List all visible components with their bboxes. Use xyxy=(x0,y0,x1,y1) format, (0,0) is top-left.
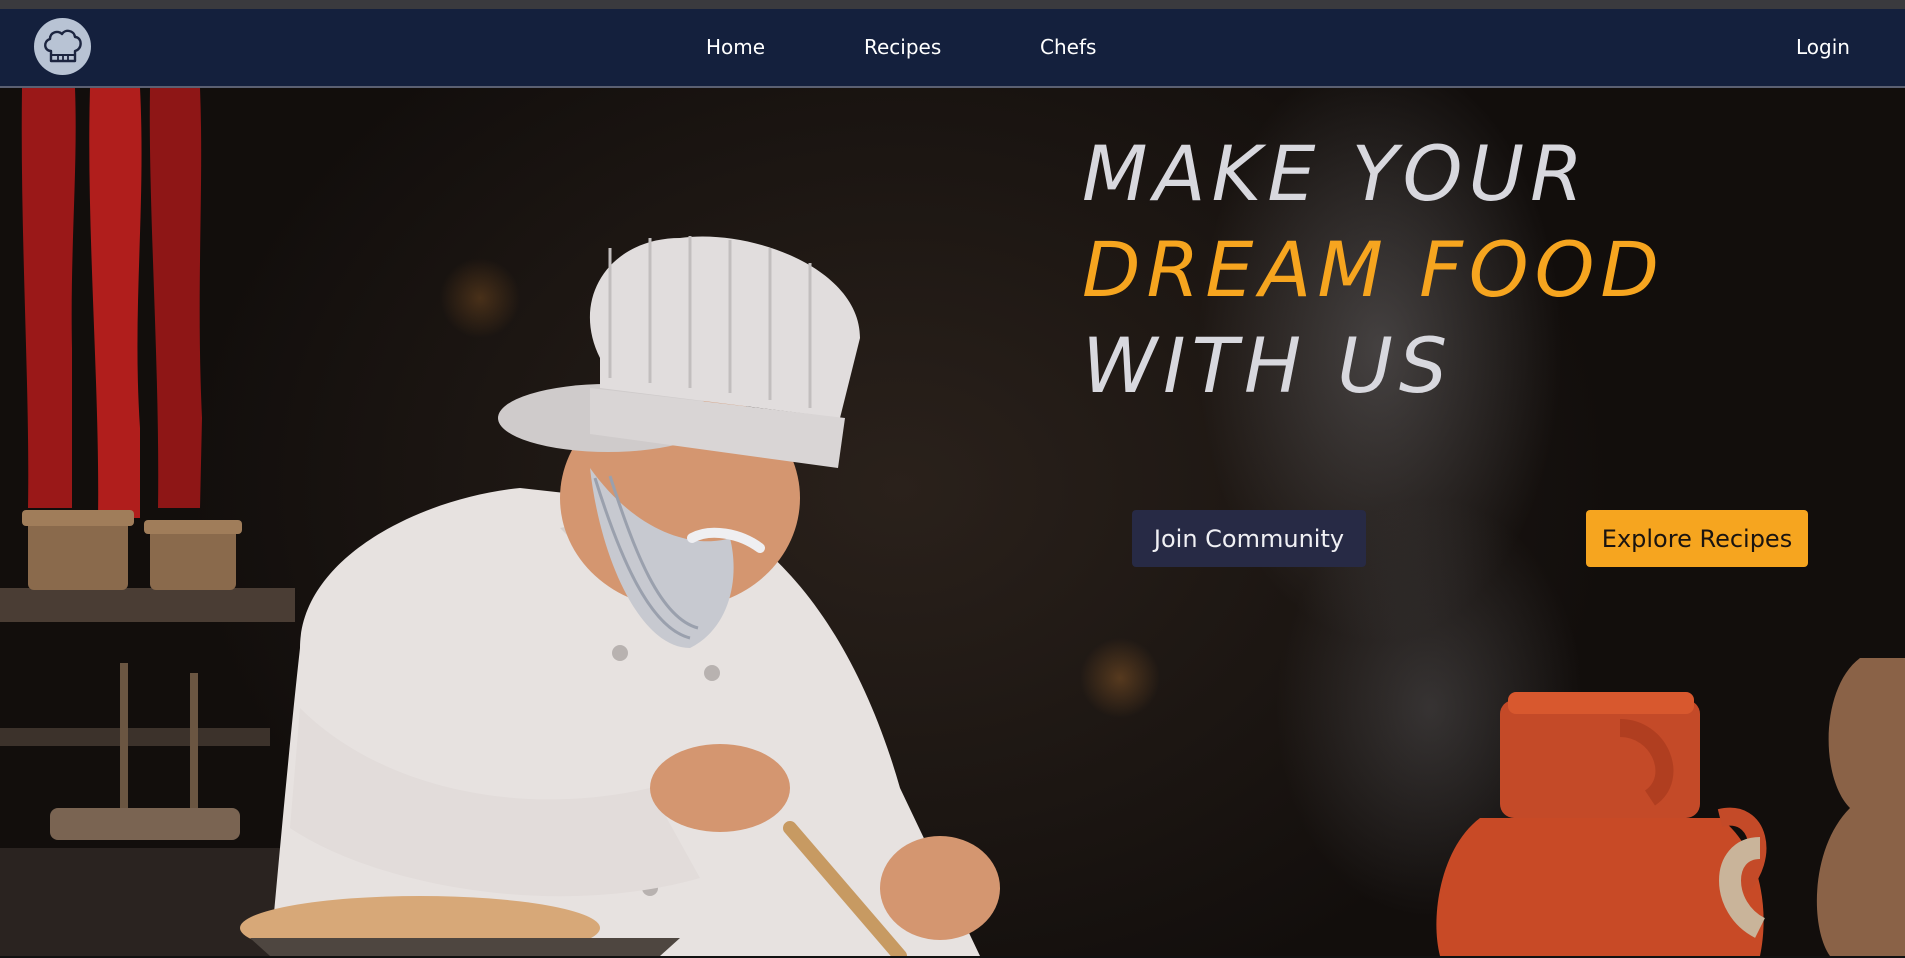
navbar: Home Recipes Chefs Login xyxy=(0,9,1905,88)
nav-chefs-link[interactable]: Chefs xyxy=(1040,35,1096,59)
hero-headline: MAKE YOUR DREAM FOOD WITH US xyxy=(1082,126,1665,414)
nav-home-link[interactable]: Home xyxy=(706,35,765,59)
headline-line-2: DREAM FOOD xyxy=(1082,225,1665,314)
headline-line-1: MAKE YOUR xyxy=(1082,129,1589,218)
logo[interactable] xyxy=(34,18,91,75)
nav-recipes-link[interactable]: Recipes xyxy=(864,35,941,59)
chef-hat-icon xyxy=(43,29,82,62)
explore-recipes-button[interactable]: Explore Recipes xyxy=(1586,510,1808,567)
login-link[interactable]: Login xyxy=(1796,35,1850,59)
join-community-button[interactable]: Join Community xyxy=(1132,510,1366,567)
hero-section: MAKE YOUR DREAM FOOD WITH US Join Commun… xyxy=(0,88,1905,956)
window-top-strip xyxy=(0,0,1905,9)
headline-line-3: WITH US xyxy=(1082,321,1454,410)
